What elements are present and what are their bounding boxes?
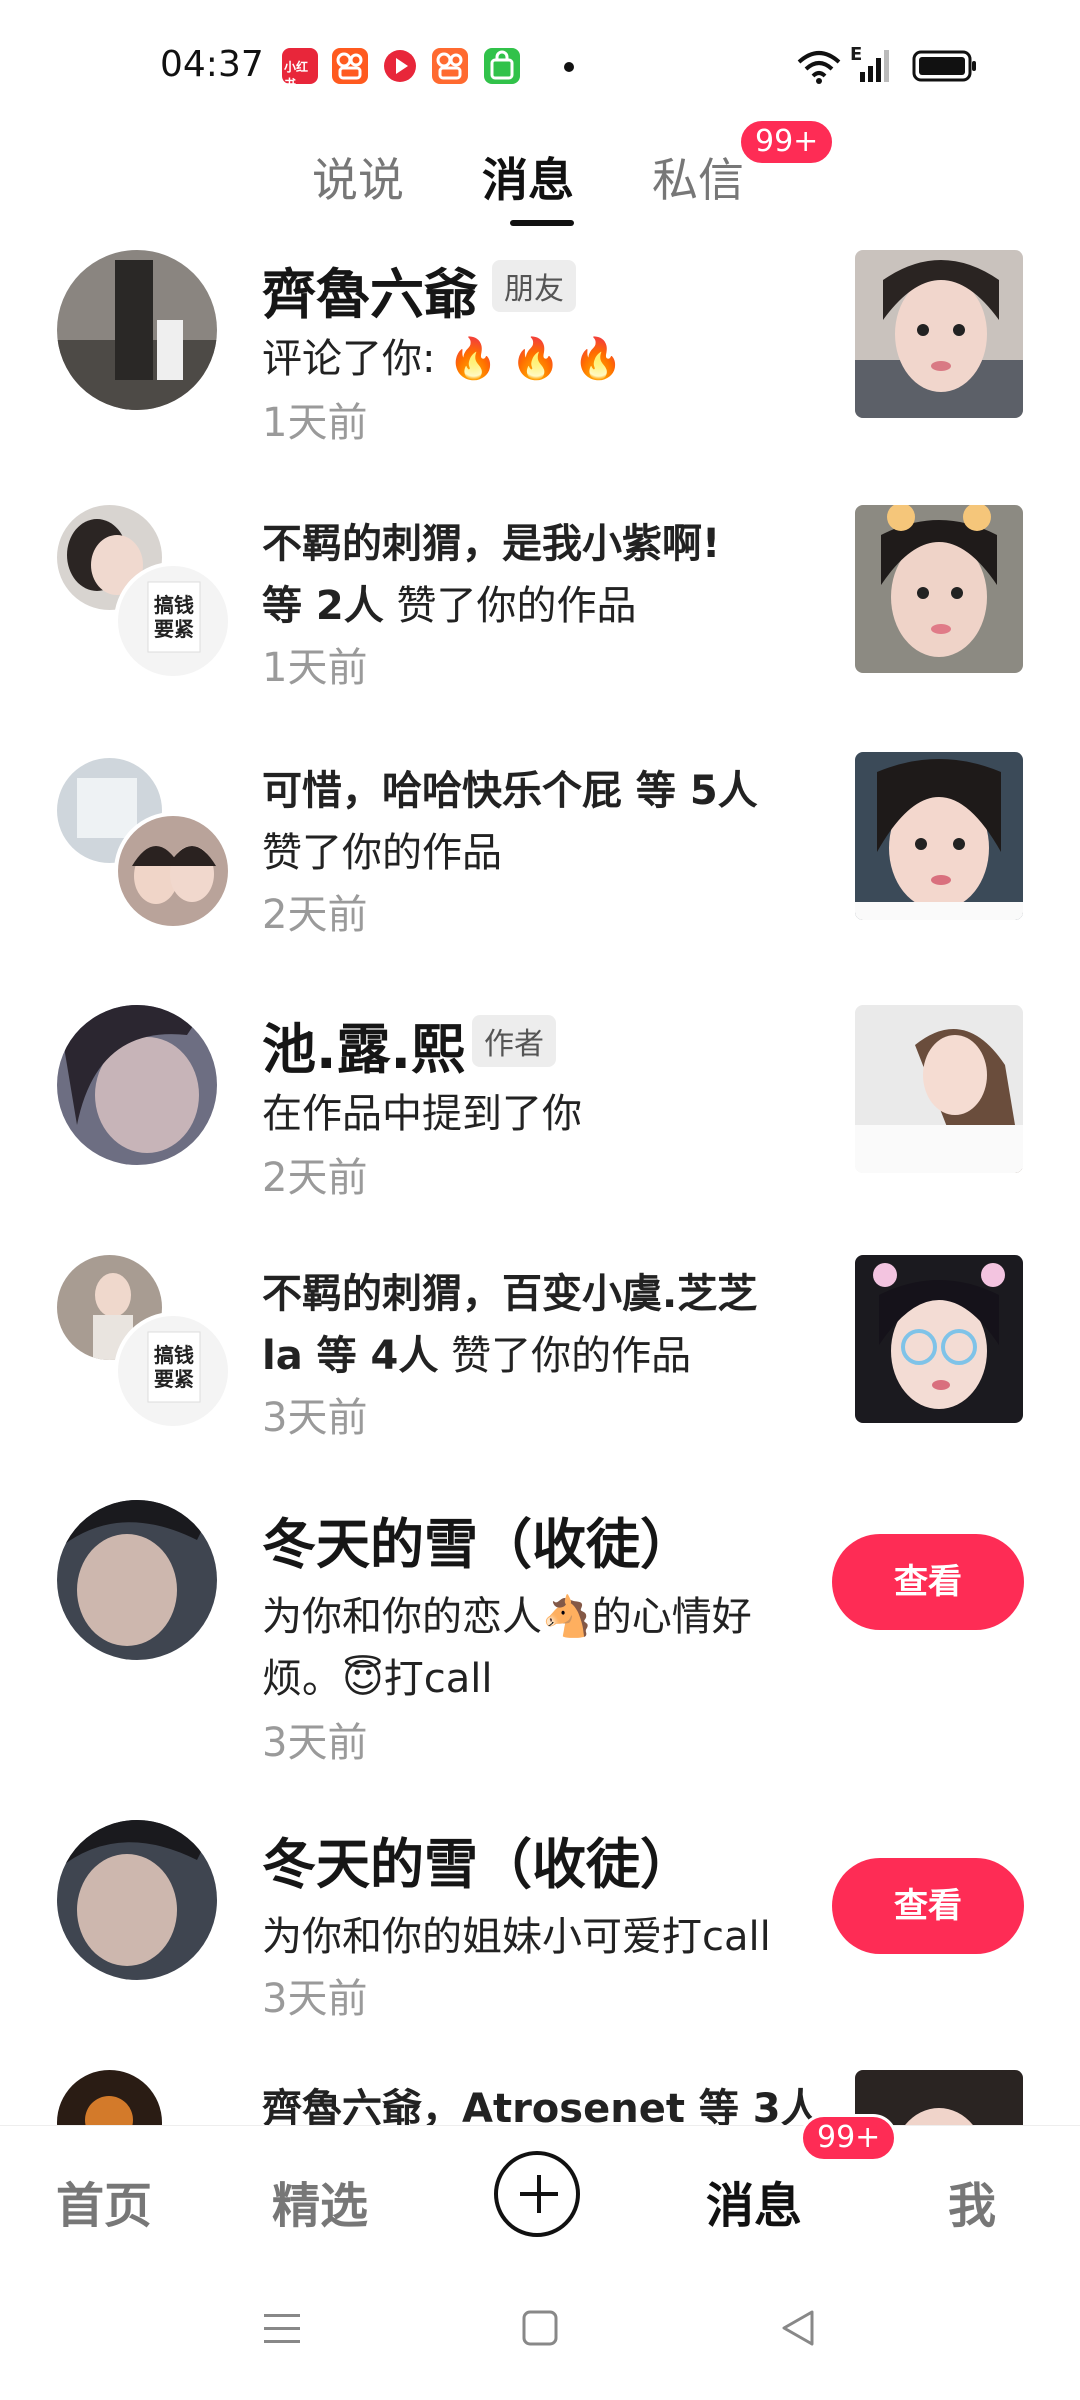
message-text: 评论了你: 🔥 🔥 🔥 (262, 336, 624, 382)
create-post-button[interactable] (494, 2151, 580, 2237)
sender-name[interactable]: 池.露.熙 (262, 1005, 465, 1084)
list-item[interactable]: 可惜，哈哈快乐个屁 等 5人 赞了你的作品 2天前 (0, 752, 1080, 962)
timestamp: 1天前 (262, 645, 368, 691)
wifi-icon (797, 51, 841, 84)
kuaishou-icon (432, 48, 468, 84)
timestamp: 3天前 (262, 1976, 368, 2022)
timestamp: 2天前 (262, 892, 368, 938)
xiaohongshu-icon: 小红书 (282, 48, 318, 91)
notification-dot-icon (564, 62, 574, 72)
avatar[interactable] (57, 250, 217, 410)
sender-name[interactable]: 齊魯六爺 (262, 250, 478, 329)
nav-home[interactable]: 首页 (56, 2166, 152, 2236)
svg-text:搞钱: 搞钱 (154, 593, 194, 617)
video-play-icon (382, 48, 418, 84)
post-thumbnail[interactable] (855, 1255, 1023, 1423)
timestamp: 2天前 (262, 1155, 368, 1201)
author-tag: 作者 (472, 1015, 556, 1067)
likers-names[interactable]: 齊魯六爺，Atrosenet 等 3人 (262, 2076, 821, 2125)
post-thumbnail[interactable] (855, 752, 1023, 920)
avatar[interactable] (57, 2070, 162, 2125)
avatar[interactable] (57, 1005, 217, 1165)
status-time: 04:37 (160, 44, 264, 85)
likers-names[interactable]: 不羁的刺猬，是我小紫啊! (262, 511, 720, 569)
tab-shuoshuo[interactable]: 说说 (312, 144, 404, 210)
messages-count-badge: 99+ (800, 2114, 898, 2162)
friend-tag: 朋友 (492, 260, 576, 312)
tab-direct-messages[interactable]: 私信 (652, 144, 744, 210)
svg-text:要紧: 要紧 (154, 617, 194, 641)
message-text: 赞了你的作品 (262, 830, 502, 876)
avatar[interactable] (114, 812, 232, 930)
likers-names[interactable]: 可惜，哈哈快乐个屁 等 5人 (262, 758, 758, 816)
message-tabs: 说说 消息 私信 99+ (0, 118, 1080, 230)
nav-featured[interactable]: 精选 (272, 2166, 368, 2236)
message-text: 等 2人 赞了你的作品 (262, 583, 637, 629)
timestamp: 3天前 (262, 1720, 368, 1766)
menu-icon[interactable] (264, 2312, 300, 2346)
list-item[interactable]: 齊魯六爺 朋友 评论了你: 🔥 🔥 🔥 1天前 (0, 250, 1080, 465)
tab-messages[interactable]: 消息 (482, 144, 574, 210)
timestamp: 1天前 (262, 400, 368, 446)
message-text: 烦。😇打call (262, 1656, 493, 1702)
status-bar: 04:37 小红书 E (0, 0, 1080, 130)
nav-messages[interactable]: 消息 (706, 2166, 802, 2236)
avatar[interactable]: 搞钱 要紧 (114, 1312, 232, 1430)
svg-text:搞钱: 搞钱 (154, 1343, 194, 1367)
system-navigation-bar (0, 2260, 1080, 2400)
nav-me[interactable]: 我 (948, 2166, 996, 2236)
avatar[interactable]: 搞钱 要紧 (114, 562, 232, 680)
view-button[interactable]: 查看 (832, 1534, 1024, 1630)
list-item[interactable]: 搞钱 要紧 不羁的刺猬，是我小紫啊! 等 2人 赞了你的作品 1天前 (0, 505, 1080, 715)
sender-name[interactable]: 冬天的雪（收徒） (262, 1820, 694, 1899)
list-item[interactable]: 冬天的雪（收徒） 为你和你的恋人🐴的心情好 烦。😇打call 3天前 查看 (0, 1500, 1080, 1770)
post-thumbnail[interactable] (855, 505, 1023, 673)
timestamp: 3天前 (262, 1395, 368, 1441)
likers-names[interactable]: 不羁的刺猬，百变小虞.芝芝 (262, 1261, 757, 1319)
avatar[interactable] (57, 1820, 217, 1980)
view-button[interactable]: 查看 (832, 1858, 1024, 1954)
dm-count-badge: 99+ (738, 118, 836, 166)
back-triangle-icon[interactable] (780, 2310, 816, 2346)
list-item[interactable]: 搞钱 要紧 不羁的刺猬，百变小虞.芝芝 la 等 4人 赞了你的作品 3天前 (0, 1255, 1080, 1465)
battery-icon (912, 50, 976, 82)
message-text: la 等 4人 赞了你的作品 (262, 1333, 692, 1379)
sender-name[interactable]: 冬天的雪（收徒） (262, 1500, 694, 1579)
message-text: 为你和你的恋人🐴的心情好 (262, 1594, 752, 1640)
kuaishou-icon (332, 48, 368, 84)
message-text: 在作品中提到了你 (262, 1091, 582, 1137)
post-thumbnail[interactable] (855, 1005, 1023, 1173)
list-item[interactable]: 池.露.熙 作者 在作品中提到了你 2天前 (0, 1005, 1080, 1220)
list-item[interactable]: 齊魯六爺，Atrosenet 等 3人 (0, 2070, 1080, 2125)
svg-text:要紧: 要紧 (154, 1367, 194, 1391)
bottom-nav: 首页 精选 消息 99+ 我 (0, 2114, 1080, 2261)
post-thumbnail[interactable] (855, 250, 1023, 418)
shopping-bag-icon (484, 48, 520, 84)
home-square-icon[interactable] (522, 2310, 558, 2346)
avatar[interactable] (57, 1500, 217, 1660)
list-item[interactable]: 冬天的雪（收徒） 为你和你的姐妹小可爱打call 3天前 查看 (0, 1820, 1080, 2030)
message-text: 为你和你的姐妹小可爱打call (262, 1914, 771, 1960)
active-tab-indicator (510, 220, 574, 226)
